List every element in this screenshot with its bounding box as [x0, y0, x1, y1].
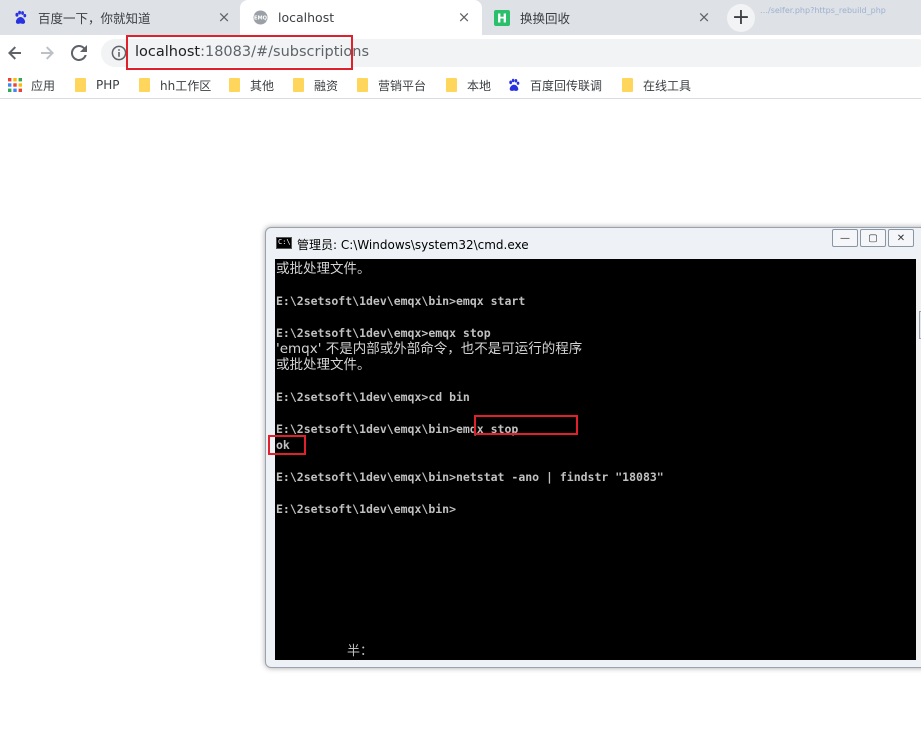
overflow-url-text: …/selfer.php?https_rebuild_php — [760, 6, 886, 15]
bookmark-label: 营销平台 — [378, 78, 427, 93]
h-logo-icon: H — [494, 9, 510, 26]
tab-huanhuan[interactable]: H 换换回收 × — [482, 0, 722, 35]
folder-icon — [619, 77, 635, 93]
back-button[interactable] — [1, 39, 29, 67]
reload-button[interactable] — [65, 39, 93, 67]
bookmark-label: 在线工具 — [643, 78, 692, 93]
window-controls: — ▢ ✕ — [832, 229, 916, 247]
bookmark-apps[interactable]: 应用 — [7, 76, 55, 94]
console-line: E:\2setsoft\1dev\emqx>emqx stop — [276, 326, 491, 340]
close-tab-icon[interactable]: × — [456, 9, 472, 25]
apps-grid-icon — [7, 77, 23, 93]
tab-title: 换换回收 — [520, 11, 571, 26]
console-line: ok — [276, 438, 290, 452]
tab-baidu[interactable]: 百度一下，你就知道 × — [0, 0, 242, 35]
ok-highlight-box — [268, 435, 306, 455]
tab-strip: 百度一下，你就知道 × EMQ localhost × H 换换回收 × + …… — [0, 0, 921, 35]
folder-icon — [354, 77, 370, 93]
close-button[interactable]: ✕ — [888, 229, 914, 247]
info-icon[interactable] — [111, 45, 127, 61]
bookmarks-bar: 应用 PHP hh工作区 其他 融资 营销平台 本地 百度回传联调 在线工具 — [0, 71, 921, 99]
bookmark-label: 应用 — [31, 78, 56, 93]
console-lines: 或批处理文件。 E:\2setsoft\1dev\emqx\bin>emqx st… — [275, 261, 664, 517]
console-line: 或批处理文件。 — [276, 357, 371, 373]
url-highlight-box — [126, 35, 353, 70]
cmd-titlebar[interactable]: C:\ 管理员: C:\Windows\system32\cmd.exe — ▢… — [266, 228, 921, 258]
baidu-paw-icon — [506, 77, 522, 93]
window-title: 管理员: C:\Windows\system32\cmd.exe — [297, 238, 529, 252]
new-tab-button[interactable]: + — [727, 4, 755, 32]
svg-text:EMQ: EMQ — [254, 16, 268, 22]
bookmark-folder-marketing[interactable]: 营销平台 — [354, 76, 426, 94]
bookmark-baidu-callback[interactable]: 百度回传联调 — [506, 76, 602, 94]
bookmark-label: 本地 — [467, 78, 492, 93]
bookmark-folder-hh-workspace[interactable]: hh工作区 — [136, 76, 211, 94]
close-tab-icon[interactable]: × — [696, 9, 712, 25]
console-output[interactable]: 或批处理文件。 E:\2setsoft\1dev\emqx\bin>emqx st… — [275, 259, 916, 660]
ime-status: 半： — [347, 644, 374, 659]
bookmark-label: hh工作区 — [160, 78, 212, 93]
console-line: E:\2setsoft\1dev\emqx\bin> — [276, 502, 457, 516]
bookmark-label: 百度回传联调 — [530, 78, 603, 93]
arrow-left-icon — [8, 46, 21, 60]
close-tab-icon[interactable]: × — [216, 9, 232, 25]
folder-icon — [72, 77, 88, 93]
svg-text:H: H — [497, 11, 507, 25]
folder-icon — [136, 77, 152, 93]
bookmark-label: 融资 — [314, 78, 339, 93]
console-line: E:\2setsoft\1dev\emqx>cd bin — [276, 390, 470, 404]
folder-icon — [443, 77, 459, 93]
cmd-icon: C:\ — [276, 237, 292, 249]
console-line: E:\2setsoft\1dev\emqx\bin>emqx start — [276, 294, 526, 308]
minimize-button[interactable]: — — [832, 229, 858, 247]
scrollbar[interactable] — [916, 259, 921, 660]
emq-icon: EMQ — [252, 10, 268, 26]
emqx-stop-highlight-box — [474, 415, 578, 435]
bookmark-folder-financing[interactable]: 融资 — [290, 76, 338, 94]
plus-icon: + — [731, 5, 751, 30]
console-line: E:\2setsoft\1dev\emqx\bin>netstat -ano |… — [276, 470, 664, 484]
console-line: 或批处理文件。 — [276, 261, 371, 277]
bookmark-folder-local[interactable]: 本地 — [443, 76, 491, 94]
cmd-window[interactable]: C:\ 管理员: C:\Windows\system32\cmd.exe — ▢… — [265, 227, 921, 668]
baidu-paw-icon — [12, 10, 28, 26]
bookmark-folder-online-tools[interactable]: 在线工具 — [619, 76, 691, 94]
reload-icon — [71, 45, 87, 61]
tab-localhost[interactable]: EMQ localhost × — [240, 0, 482, 35]
bookmark-label: 其他 — [250, 78, 275, 93]
forward-button[interactable] — [33, 39, 61, 67]
bookmark-folder-php[interactable]: PHP — [72, 76, 120, 94]
bookmark-label: PHP — [96, 78, 120, 92]
bookmark-folder-other[interactable]: 其他 — [226, 76, 274, 94]
folder-icon — [290, 77, 306, 93]
console-line: 'emqx' 不是内部或外部命令，也不是可运行的程序 — [276, 341, 583, 357]
console-line: E:\2setsoft\1dev\emqx\bin>emqx stop — [276, 422, 519, 436]
folder-icon — [226, 77, 242, 93]
tab-title: 百度一下，你就知道 — [38, 11, 151, 26]
arrow-right-icon — [41, 46, 54, 60]
tab-title: localhost — [278, 10, 335, 25]
restore-button[interactable]: ▢ — [860, 229, 886, 247]
